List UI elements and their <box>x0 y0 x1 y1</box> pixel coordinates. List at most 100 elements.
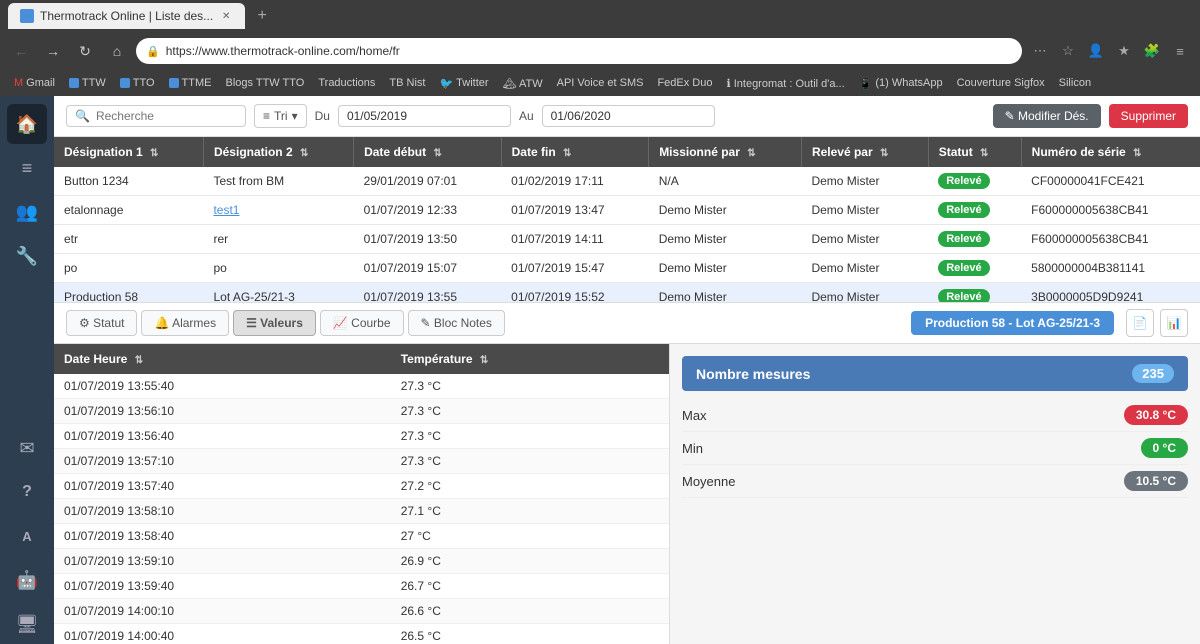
values-table-row[interactable]: 01/07/2019 14:00:10 26.6 °C <box>54 599 669 624</box>
sidebar-item-help[interactable]: ? <box>7 472 47 512</box>
values-table-row[interactable]: 01/07/2019 13:59:10 26.9 °C <box>54 549 669 574</box>
col-releve[interactable]: Relevé par ⇅ <box>801 137 928 167</box>
puzzle-icon[interactable]: 🧩 <box>1140 39 1164 63</box>
cell-releve: Demo Mister <box>801 167 928 196</box>
bookmark-gmail[interactable]: M Gmail <box>8 75 61 91</box>
menu-icon[interactable]: ≡ <box>1168 39 1192 63</box>
values-table-row[interactable]: 01/07/2019 13:57:10 27.3 °C <box>54 449 669 474</box>
bookmark-atw[interactable]: 🏔 ATW <box>497 75 549 92</box>
table-row[interactable]: po po 01/07/2019 15:07 01/07/2019 15:47 … <box>54 254 1200 283</box>
values-table-row[interactable]: 01/07/2019 13:55:40 27.3 °C <box>54 374 669 399</box>
values-table-row[interactable]: 01/07/2019 14:00:40 26.5 °C <box>54 624 669 644</box>
col-designation1[interactable]: Désignation 1 ⇅ <box>54 137 203 167</box>
col-date-debut[interactable]: Date début ⇅ <box>354 137 502 167</box>
col-temperature[interactable]: Température ⇅ <box>391 344 669 374</box>
stats-panel: Nombre mesures 235 Max 30.8 °C Min 0 °C … <box>670 344 1200 644</box>
address-bar[interactable]: 🔒 https://www.thermotrack-online.com/hom… <box>136 38 1022 64</box>
date-to-input[interactable] <box>542 105 715 127</box>
reload-btn[interactable]: ↻ <box>72 38 98 64</box>
status-badge: Relevé <box>938 231 989 247</box>
col-serie[interactable]: Numéro de série ⇅ <box>1021 137 1200 167</box>
sidebar-item-language[interactable]: A <box>7 516 47 556</box>
search-input[interactable] <box>96 109 216 123</box>
col-statut[interactable]: Statut ⇅ <box>928 137 1021 167</box>
search-box[interactable]: 🔍 <box>66 105 246 127</box>
cell-date-heure: 01/07/2019 13:59:40 <box>54 574 391 599</box>
stat-row: Min 0 °C <box>682 432 1188 465</box>
sidebar-item-monitor[interactable]: 🖥 <box>7 604 47 644</box>
col-date-heure[interactable]: Date Heure ⇅ <box>54 344 391 374</box>
sidebar-item-tools[interactable]: 🔧 <box>7 236 47 276</box>
cell-serie: CF00000041FCE421 <box>1021 167 1200 196</box>
col-missionne[interactable]: Missionné par ⇅ <box>649 137 802 167</box>
bookmark-twitter[interactable]: 🐦 Twitter <box>433 75 494 92</box>
cell-releve: Demo Mister <box>801 254 928 283</box>
values-table-row[interactable]: 01/07/2019 13:59:40 26.7 °C <box>54 574 669 599</box>
values-table-row[interactable]: 01/07/2019 13:56:10 27.3 °C <box>54 399 669 424</box>
table-row[interactable]: Button 1234 Test from BM 29/01/2019 07:0… <box>54 167 1200 196</box>
cell-missionne: Demo Mister <box>649 283 802 303</box>
date-from-input[interactable] <box>338 105 511 127</box>
bookmark-whatsapp[interactable]: 📱 (1) WhatsApp <box>853 75 949 92</box>
star-icon[interactable]: ★ <box>1112 39 1136 63</box>
profile-icon[interactable]: 👤 <box>1084 39 1108 63</box>
pdf-btn[interactable]: 📄 <box>1126 309 1154 337</box>
bookmark-traductions[interactable]: Traductions <box>312 75 381 91</box>
browser-chrome: Thermotrack Online | Liste des... ✕ + ← … <box>0 0 1200 96</box>
sort-icon-serie: ⇅ <box>1133 148 1141 159</box>
table-row[interactable]: etalonnage test1 01/07/2019 12:33 01/07/… <box>54 196 1200 225</box>
cell-des2: Lot AG-25/21-3 <box>203 283 353 303</box>
bookmark-fedex[interactable]: FedEx Duo <box>651 75 718 91</box>
back-btn[interactable]: ← <box>8 38 34 64</box>
bookmark-silicon[interactable]: Silicon <box>1053 75 1097 91</box>
cell-des1: etalonnage <box>54 196 203 225</box>
tab-valeurs[interactable]: ☰ Valeurs <box>233 310 316 336</box>
bookmark-integromat[interactable]: ℹ Integromat : Outil d'a... <box>720 75 850 92</box>
tab-close-btn[interactable]: ✕ <box>219 9 233 23</box>
sidebar-item-home[interactable]: 🏠 <box>7 104 47 144</box>
values-table-container: Date Heure ⇅ Température ⇅ 01/07/2019 13… <box>54 344 670 644</box>
table-header-row: Désignation 1 ⇅ Désignation 2 ⇅ Date déb… <box>54 137 1200 167</box>
modifier-btn[interactable]: ✎ Modifier Dés. <box>993 104 1101 128</box>
sidebar-item-bot[interactable]: 🤖 <box>7 560 47 600</box>
selected-label: Production 58 - Lot AG-25/21-3 <box>911 311 1114 335</box>
cell-date-heure: 01/07/2019 13:57:10 <box>54 449 391 474</box>
col-date-fin[interactable]: Date fin ⇅ <box>501 137 649 167</box>
extensions-icon[interactable]: ⋯ <box>1028 39 1052 63</box>
active-tab[interactable]: Thermotrack Online | Liste des... ✕ <box>8 3 245 29</box>
col-designation2[interactable]: Désignation 2 ⇅ <box>203 137 353 167</box>
table-row[interactable]: Production 58 Lot AG-25/21-3 01/07/2019 … <box>54 283 1200 303</box>
home-nav-btn[interactable]: ⌂ <box>104 38 130 64</box>
bookmark-star-icon[interactable]: ☆ <box>1056 39 1080 63</box>
values-table-row[interactable]: 01/07/2019 13:58:10 27.1 °C <box>54 499 669 524</box>
values-table-row[interactable]: 01/07/2019 13:56:40 27.3 °C <box>54 424 669 449</box>
sidebar-item-users[interactable]: 👥 <box>7 192 47 232</box>
tab-courbe[interactable]: 📈 Courbe <box>320 310 404 336</box>
export-btn[interactable]: 📊 <box>1160 309 1188 337</box>
cell-date-fin: 01/07/2019 15:47 <box>501 254 649 283</box>
bookmark-ttme[interactable]: TTME <box>163 75 218 91</box>
tab-alarmes[interactable]: 🔔 Alarmes <box>141 310 229 336</box>
forward-btn[interactable]: → <box>40 38 66 64</box>
bookmark-tto[interactable]: TTO <box>114 75 161 91</box>
sidebar-item-list[interactable]: ≡ <box>7 148 47 188</box>
stat-label: Moyenne <box>682 474 735 489</box>
bookmark-blogs[interactable]: Blogs TTW TTO <box>219 75 310 91</box>
tab-statut[interactable]: ⚙ Statut <box>66 310 137 336</box>
bookmark-api[interactable]: API Voice et SMS <box>551 75 650 91</box>
new-tab-btn[interactable]: + <box>249 3 275 29</box>
nav-bar: ← → ↻ ⌂ 🔒 https://www.thermotrack-online… <box>0 32 1200 70</box>
bookmark-tbnist[interactable]: TB Nist <box>383 75 431 91</box>
cell-temp: 27.1 °C <box>391 499 669 524</box>
table-row[interactable]: etr rer 01/07/2019 13:50 01/07/2019 14:1… <box>54 225 1200 254</box>
values-table-row[interactable]: 01/07/2019 13:57:40 27.2 °C <box>54 474 669 499</box>
tab-blocnotes[interactable]: ✎ Bloc Notes <box>408 310 505 336</box>
supprimer-btn[interactable]: Supprimer <box>1109 104 1188 128</box>
sidebar-item-mail[interactable]: ✉ <box>7 428 47 468</box>
values-table-row[interactable]: 01/07/2019 13:58:40 27 °C <box>54 524 669 549</box>
cell-date-fin: 01/07/2019 13:47 <box>501 196 649 225</box>
bookmark-ttw[interactable]: TTW <box>63 75 112 91</box>
date-from-label: Du <box>315 109 330 123</box>
filter-btn[interactable]: ≡ Tri ▾ <box>254 104 307 128</box>
bookmark-sigfox[interactable]: Couverture Sigfox <box>951 75 1051 91</box>
